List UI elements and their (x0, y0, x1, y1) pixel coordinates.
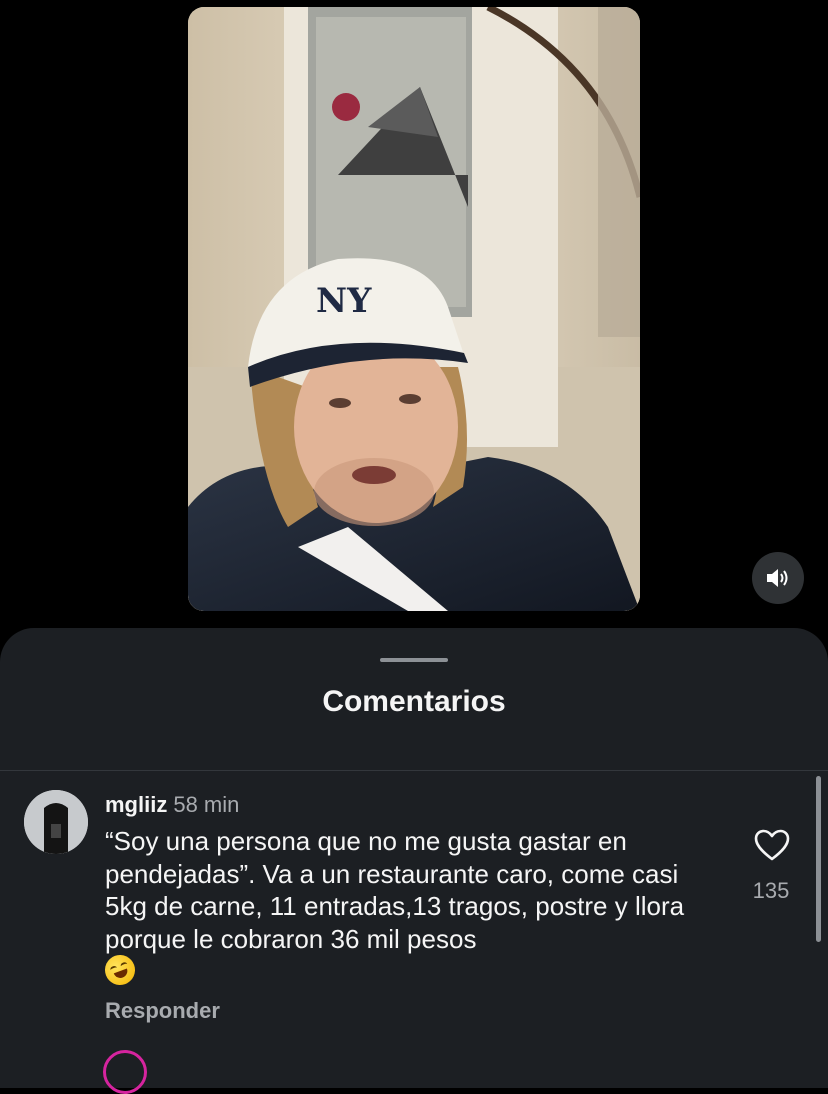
comment-time: 58 min (173, 792, 240, 817)
comment-item: mgliiz 58 min “Soy una persona que no me … (0, 778, 828, 1038)
svg-text:NY: NY (316, 281, 372, 321)
like-button[interactable] (752, 826, 792, 866)
divider (0, 770, 828, 771)
laughing-emoji-icon (100, 950, 140, 990)
sheet-title: Comentarios (322, 685, 506, 718)
comments-sheet: Comentarios mgliiz 58 min “Soy una person… (0, 628, 828, 1088)
comment-username[interactable]: mgliiz (105, 792, 167, 817)
like-count: 135 (752, 878, 790, 903)
video-frame-image: NY (188, 7, 640, 611)
comment-text: “Soy una persona que no me gusta gastar … (100, 825, 725, 990)
mute-toggle-button[interactable] (752, 552, 804, 604)
video-player[interactable]: NY (188, 7, 640, 611)
reply-button[interactable]: Responder (105, 998, 220, 1024)
comment-body: “Soy una persona que no me gusta gastar … (105, 826, 685, 954)
comment-header: mgliiz 58 min (105, 792, 239, 818)
avatar[interactable] (24, 790, 88, 854)
next-comment-avatar[interactable] (103, 1050, 147, 1094)
sheet-drag-handle[interactable] (380, 658, 448, 662)
speaker-icon (767, 569, 788, 587)
heart-outline-icon (754, 829, 790, 861)
